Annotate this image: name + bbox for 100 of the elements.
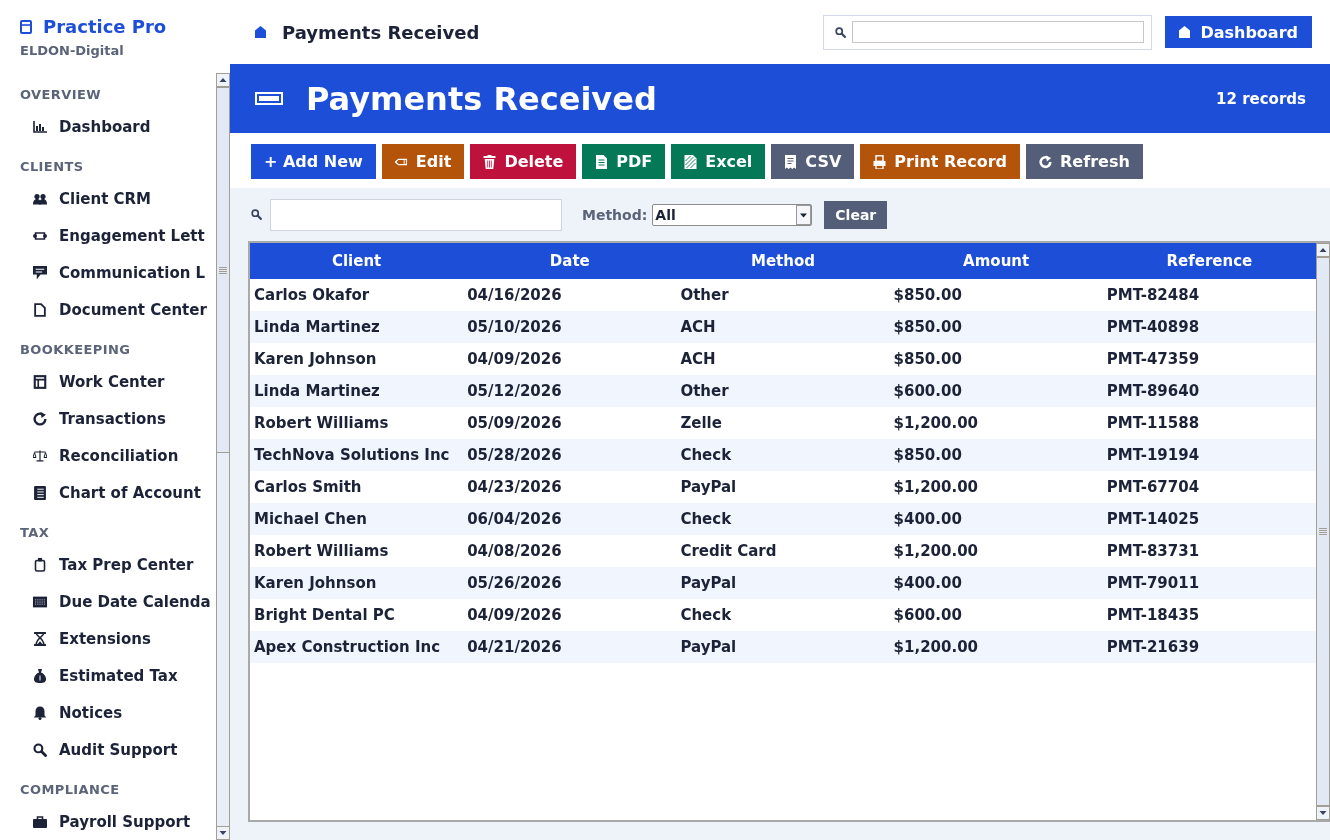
scroll-down-button[interactable] — [1316, 806, 1330, 820]
balance-scale-icon — [33, 448, 47, 463]
sidebar-item[interactable]: Extensions — [0, 620, 151, 657]
table-cell: PMT-18435 — [1102, 599, 1316, 631]
calendar-icon — [33, 594, 47, 609]
table-cell: PMT-82484 — [1102, 279, 1316, 311]
table-cell: 04/08/2026 — [463, 535, 677, 567]
table-cell: PMT-21639 — [1102, 631, 1316, 663]
trash-icon — [483, 154, 497, 169]
table-cell: $850.00 — [889, 343, 1103, 375]
search-icon — [835, 26, 847, 38]
sidebar-item[interactable]: Chart of Account — [0, 474, 201, 511]
table-cell: $850.00 — [889, 311, 1103, 343]
scroll-down-button[interactable] — [216, 826, 230, 840]
document-icon — [595, 154, 609, 169]
sidebar-item[interactable]: Engagement Lett — [0, 217, 205, 254]
spreadsheet-icon — [684, 154, 698, 169]
table-cell: ACH — [676, 343, 890, 375]
method-select[interactable]: All — [652, 203, 813, 226]
scroll-up-button[interactable] — [1316, 243, 1330, 257]
search-icon — [251, 209, 262, 220]
table-cell: $1,200.00 — [889, 535, 1103, 567]
table-cell: Karen Johnson — [250, 567, 464, 599]
delete-button[interactable]: Delete — [470, 144, 577, 179]
table-cell: PMT-11588 — [1102, 407, 1316, 439]
sidebar-item[interactable]: Payroll Support — [0, 803, 191, 840]
sidebar-item[interactable]: Work Center — [0, 363, 165, 400]
sidebar-item[interactable]: Document Center — [0, 291, 207, 328]
add-button[interactable]: + Add New — [251, 144, 376, 179]
excel-button[interactable]: Excel — [671, 144, 766, 179]
sidebar-item[interactable]: Communication L — [0, 254, 206, 291]
notebook-icon — [20, 20, 32, 34]
sidebar-item[interactable]: Notices — [0, 694, 123, 731]
table-cell: Other — [676, 375, 890, 407]
table-cell: 05/12/2026 — [463, 375, 677, 407]
table-cell: 04/16/2026 — [463, 279, 677, 311]
sidebar-item[interactable]: Due Date Calenda — [0, 583, 211, 620]
receipt-icon — [784, 154, 798, 169]
ledger-icon — [33, 374, 47, 389]
sidebar-item[interactable]: Reconciliation — [0, 437, 179, 474]
table-cell: Check — [676, 439, 890, 471]
sidebar-item[interactable]: Client CRM — [0, 180, 152, 217]
table-cell: PMT-89640 — [1102, 375, 1316, 407]
table-cell: Zelle — [676, 407, 890, 439]
table-cell: 05/26/2026 — [463, 567, 677, 599]
table-cell: Michael Chen — [250, 503, 464, 535]
refresh-button[interactable]: Refresh — [1026, 144, 1143, 179]
house-icon — [1179, 26, 1191, 38]
table-cell: Carlos Okafor — [250, 279, 464, 311]
caret-icon — [796, 204, 812, 225]
filter-field[interactable] — [270, 198, 562, 231]
section-heading: TAX — [19, 525, 50, 541]
table-cell: PMT-79011 — [1102, 567, 1316, 599]
briefcase-icon — [33, 814, 47, 829]
pdf-button[interactable]: PDF — [582, 144, 666, 179]
table-cell: Carlos Smith — [250, 471, 464, 503]
bell-icon — [33, 705, 47, 720]
search-icon — [33, 742, 47, 757]
table-cell: 05/10/2026 — [463, 311, 677, 343]
dashboard-button[interactable]: Dashboard — [1165, 16, 1312, 48]
column-header: Method — [676, 243, 890, 279]
print-button[interactable]: Print Record — [860, 144, 1020, 179]
table-cell: 05/28/2026 — [463, 439, 677, 471]
sidebar-item[interactable]: Estimated Tax — [0, 657, 178, 694]
people-icon — [33, 191, 47, 206]
scroll-up-button[interactable] — [216, 73, 230, 87]
table-cell: TechNova Solutions Inc — [250, 439, 464, 471]
table-cell: 04/09/2026 — [463, 343, 677, 375]
table-cell: $400.00 — [889, 503, 1103, 535]
hourglass-icon — [33, 631, 47, 646]
table-cell: PayPal — [676, 567, 890, 599]
table-cell: 04/23/2026 — [463, 471, 677, 503]
scrollbar-thumb[interactable] — [216, 87, 230, 453]
table-cell: 05/09/2026 — [463, 407, 677, 439]
money-bag-icon — [33, 668, 47, 683]
table-cell: ACH — [676, 311, 890, 343]
table-cell: PayPal — [676, 471, 890, 503]
notebook-icon — [33, 485, 47, 500]
scrollbar[interactable] — [216, 73, 230, 840]
table-cell: Robert Williams — [250, 407, 464, 439]
sidebar-item[interactable]: Transactions — [0, 400, 166, 437]
clear-button[interactable]: Clear — [824, 200, 888, 229]
table-cell: PMT-14025 — [1102, 503, 1316, 535]
table-cell: $600.00 — [889, 599, 1103, 631]
banknote-icon — [255, 92, 283, 105]
sidebar-item[interactable]: Audit Support — [0, 731, 178, 768]
document-icon — [33, 302, 47, 317]
page-title: Payments Received — [282, 21, 480, 43]
table-cell: $1,200.00 — [889, 631, 1103, 663]
sidebar-item[interactable]: Tax Prep Center — [0, 546, 194, 583]
sidebar-item[interactable]: Dashboard — [0, 108, 151, 145]
csv-button[interactable]: CSV — [771, 144, 855, 179]
app-title: Practice Pro — [43, 16, 167, 38]
table-cell: Apex Construction Inc — [250, 631, 464, 663]
section-heading: CLIENTS — [19, 159, 84, 175]
edit-button[interactable]: Edit — [381, 144, 465, 179]
table-cell: Robert Williams — [250, 535, 464, 567]
table-cell: $850.00 — [889, 439, 1103, 471]
table-cell: Other — [676, 279, 890, 311]
search-field[interactable] — [852, 21, 1145, 43]
